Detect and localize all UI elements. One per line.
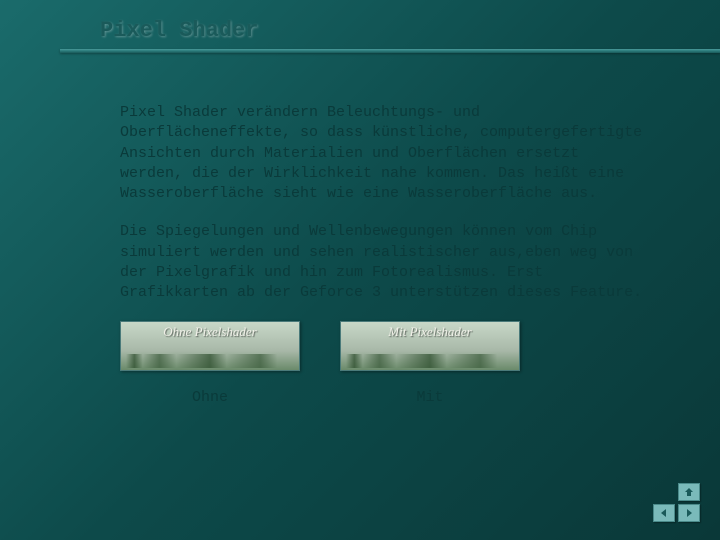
- nav-home-button[interactable]: [678, 483, 700, 501]
- nav-button-group: [653, 483, 700, 522]
- paragraph-1: Pixel Shader verändern Beleuchtungs- und…: [120, 103, 650, 204]
- arrow-right-icon: [684, 508, 694, 518]
- paragraph-2: Die Spiegelungen und Wellenbewegungen kö…: [120, 222, 650, 303]
- image-with-shader: Mit Pixelshader: [340, 321, 520, 371]
- image-with-label: Mit Pixelshader: [388, 324, 471, 340]
- nav-next-button[interactable]: [678, 504, 700, 522]
- home-icon: [684, 487, 694, 497]
- image-without-label: Ohne Pixelshader: [163, 324, 257, 340]
- caption-with: Mit: [340, 389, 520, 406]
- body-content: Pixel Shader verändern Beleuchtungs- und…: [0, 53, 720, 303]
- images-row: Ohne Pixelshader Mit Pixelshader: [0, 321, 720, 371]
- caption-without: Ohne: [120, 389, 300, 406]
- slide-container: Pixel Shader Pixel Shader verändern Bele…: [0, 0, 720, 540]
- arrow-left-icon: [659, 508, 669, 518]
- image-without-shader: Ohne Pixelshader: [120, 321, 300, 371]
- captions-row: Ohne Mit: [0, 389, 720, 406]
- nav-prev-button[interactable]: [653, 504, 675, 522]
- page-title: Pixel Shader: [0, 18, 720, 43]
